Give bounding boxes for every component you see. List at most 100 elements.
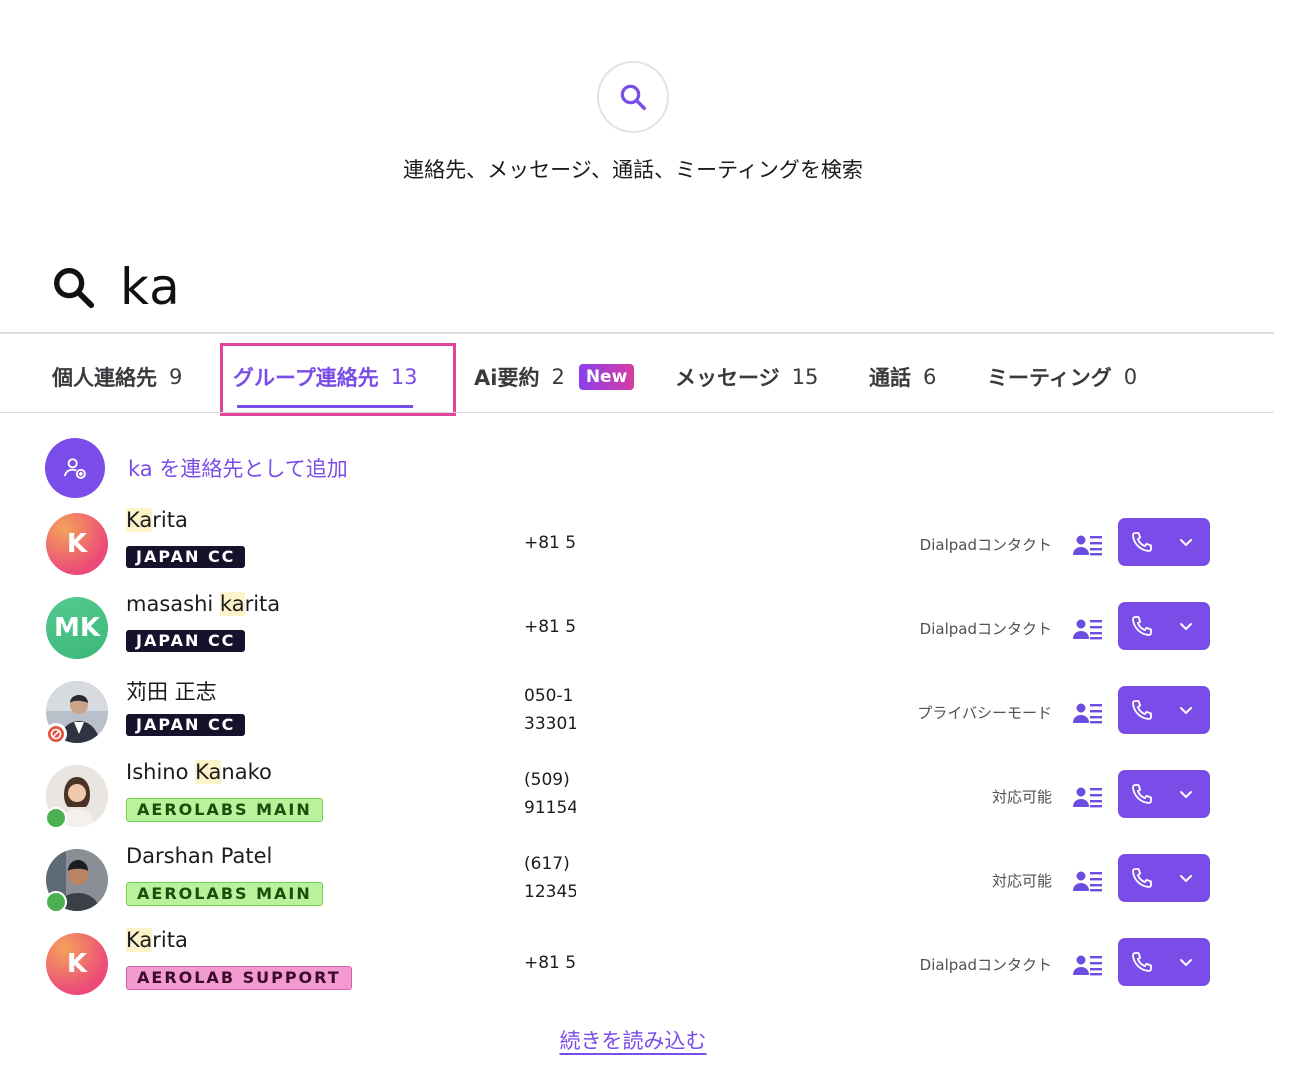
divider — [0, 332, 1274, 334]
contact-name: Darshan Patel — [126, 844, 273, 868]
tab-label: 通話 — [869, 366, 911, 390]
name-highlight: Ka — [126, 508, 153, 532]
tab-ai-summary[interactable]: Ai要約 2 New — [474, 340, 635, 414]
chevron-down-icon[interactable] — [1178, 870, 1194, 886]
phone-icon — [1132, 784, 1152, 804]
add-user-icon — [64, 458, 86, 479]
name-rest: nako — [221, 760, 272, 784]
call-button[interactable] — [1118, 854, 1210, 902]
divider — [0, 412, 1274, 413]
group-tag: JAPAN CC — [126, 714, 246, 736]
phone-icon — [1132, 952, 1152, 972]
name-prefix: Ishino — [126, 760, 196, 784]
avatar-initials: K — [66, 949, 88, 979]
call-button[interactable] — [1118, 770, 1210, 818]
contact-status: Dialpadコンタクト — [919, 536, 1052, 554]
contact-name: 苅田 正志 — [126, 680, 217, 704]
search-input[interactable]: ka — [120, 258, 181, 316]
phone-number-line2: 91154 — [524, 798, 576, 818]
phone-number: +81 50 — [524, 617, 576, 637]
contact-row[interactable]: Ishino Kanako AEROLABS MAIN (509) 91154 … — [0, 760, 1274, 844]
contact-name: Ishino Kanako — [126, 760, 272, 784]
contact-card-icon[interactable] — [1073, 954, 1103, 976]
tab-personal-contacts[interactable]: 個人連絡先 9 — [52, 340, 182, 414]
group-tag: AEROLAB SUPPORT — [126, 966, 352, 990]
contact-row[interactable]: MK masashi karita JAPAN CC +81 50 Dialpa… — [0, 592, 1274, 676]
contact-card-icon[interactable] — [1073, 870, 1103, 892]
group-tag: AEROLABS MAIN — [126, 798, 323, 822]
phone-number: (617) 5 — [524, 854, 576, 874]
avatar: MK — [46, 597, 108, 659]
chevron-down-icon[interactable] — [1178, 618, 1194, 634]
chevron-down-icon[interactable] — [1178, 702, 1194, 718]
tab-label: 個人連絡先 — [52, 366, 157, 390]
add-as-contact-button[interactable]: ka を連絡先として追加 — [45, 438, 348, 498]
call-button[interactable] — [1118, 938, 1210, 986]
contact-name: Karita — [126, 508, 188, 532]
add-contact-avatar — [45, 438, 105, 498]
tab-count: 2 — [551, 365, 565, 389]
phone-number-line2: 12345 — [524, 882, 576, 902]
group-tag: JAPAN CC — [126, 630, 246, 652]
avatar: K — [46, 513, 108, 575]
name-highlight: Ka — [195, 760, 222, 784]
phone-icon — [1132, 532, 1152, 552]
search-hint-text: 連絡先、メッセージ、通話、ミーティングを検索 — [403, 158, 863, 182]
call-button[interactable] — [1118, 602, 1210, 650]
chevron-down-icon[interactable] — [1178, 534, 1194, 550]
search-icon — [620, 84, 646, 110]
tab-count: 0 — [1123, 365, 1138, 389]
chevron-down-icon[interactable] — [1178, 954, 1194, 970]
tab-count: 15 — [791, 365, 819, 389]
tab-messages[interactable]: メッセージ 15 — [675, 340, 818, 414]
phone-number: (509) — [524, 770, 570, 790]
tab-label: ミーティング — [987, 366, 1112, 390]
call-button[interactable] — [1118, 686, 1210, 734]
contact-status: Dialpadコンタクト — [919, 956, 1052, 974]
contact-status: プライバシーモード — [917, 704, 1052, 722]
contact-row[interactable]: K Karita JAPAN CC +81 50 Dialpadコンタクト — [0, 508, 1274, 592]
group-tag: JAPAN CC — [126, 546, 246, 568]
online-status-indicator — [45, 807, 67, 829]
contact-card-icon[interactable] — [1073, 786, 1103, 808]
tab-label: Ai要約 — [474, 366, 540, 390]
add-contact-label: ka を連絡先として追加 — [128, 457, 348, 481]
new-badge: New — [578, 364, 635, 390]
avatar-initials: K — [66, 529, 88, 559]
phone-icon — [1132, 700, 1152, 720]
search-hero-icon-circle — [597, 61, 669, 133]
name-rest: rita — [152, 928, 188, 952]
tab-label: メッセージ — [675, 366, 780, 390]
tab-count: 9 — [169, 365, 183, 389]
tab-calls[interactable]: 通話 6 — [869, 340, 936, 414]
search-bar[interactable]: ka — [50, 252, 181, 322]
contact-card-icon[interactable] — [1073, 702, 1103, 724]
phone-number-line2: 33301 — [524, 714, 576, 734]
contact-status: 対応可能 — [991, 788, 1052, 806]
call-button[interactable] — [1118, 518, 1210, 566]
name-highlight: Ka — [126, 928, 153, 952]
contact-name: Karita — [126, 928, 188, 952]
contact-card-icon[interactable] — [1073, 618, 1103, 640]
contact-row[interactable]: 苅田 正志 JAPAN CC 050-1 33301 プライバシーモード — [0, 676, 1274, 760]
tab-count: 6 — [923, 365, 937, 389]
contact-name: masashi karita — [126, 592, 280, 616]
contact-row[interactable]: Darshan Patel AEROLABS MAIN (617) 5 1234… — [0, 844, 1274, 928]
load-more-link[interactable]: 続きを読み込む — [560, 1029, 707, 1053]
phone-number: +81 50 — [524, 533, 576, 553]
name-prefix: masashi — [126, 592, 220, 616]
name-rest: rita — [244, 592, 281, 616]
avatar-initials: MK — [53, 613, 101, 643]
contact-row[interactable]: K Karita AEROLAB SUPPORT +81 50 Dialpadコ… — [0, 928, 1274, 1012]
dnd-status-icon — [45, 723, 67, 745]
online-status-indicator — [45, 891, 67, 913]
phone-number: 050-1 — [524, 686, 574, 706]
contact-card-icon[interactable] — [1073, 534, 1103, 556]
focus-highlight-box — [220, 343, 456, 416]
load-more-container: 続きを読み込む — [0, 1025, 1266, 1055]
tab-meetings[interactable]: ミーティング 0 — [987, 340, 1137, 414]
search-icon — [54, 268, 95, 309]
chevron-down-icon[interactable] — [1178, 786, 1194, 802]
avatar: K — [46, 933, 108, 995]
result-tabs: 個人連絡先 9 グループ連絡先 13 Ai要約 2 New メッセージ 15 通話 6 ミー… — [0, 340, 1274, 414]
